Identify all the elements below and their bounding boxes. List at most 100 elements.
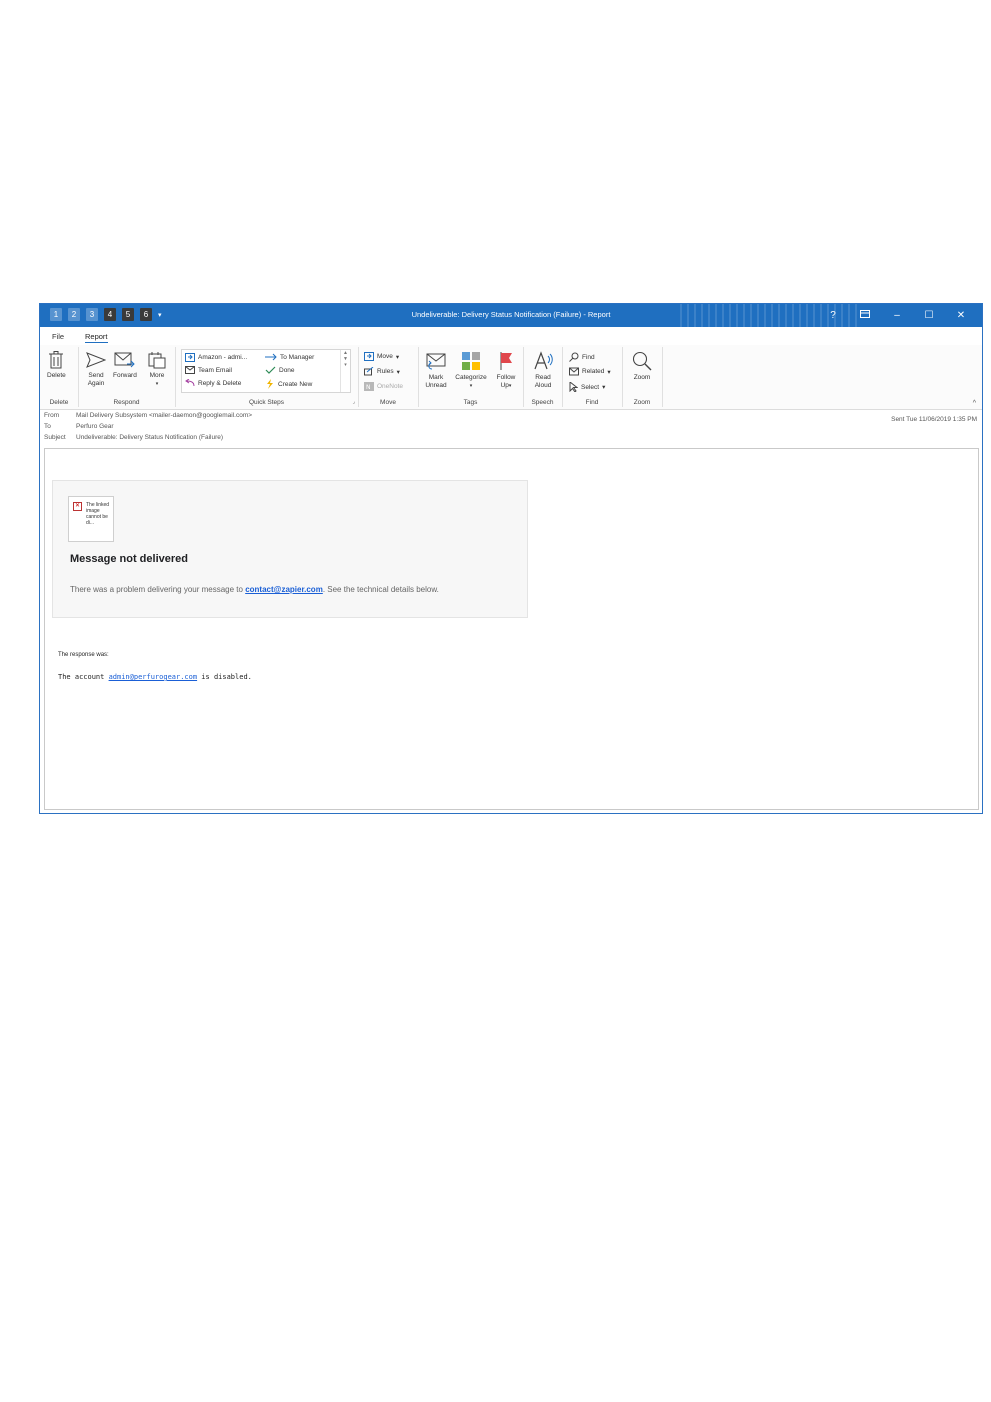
lightning-icon (267, 379, 273, 389)
message-body: ✕ The linked image cannot be di... Messa… (44, 448, 979, 810)
cursor-icon (569, 382, 578, 392)
checkmark-icon (265, 366, 276, 374)
ribbon-tabs: File Report (40, 327, 982, 345)
tab-report[interactable]: Report (85, 332, 108, 343)
flag-icon (500, 352, 512, 370)
mail-move-icon (185, 353, 195, 362)
select-button[interactable]: Select ▾ (569, 382, 605, 392)
mark-unread-button[interactable]: Mark Unread (424, 351, 448, 390)
close-button[interactable]: ✕ (946, 307, 976, 324)
arrow-right-icon (265, 353, 277, 361)
quick-step-to-manager[interactable]: To Manager (265, 353, 314, 361)
trash-icon (49, 351, 64, 369)
ribbon-display-options-icon[interactable] (850, 307, 880, 324)
follow-up-button[interactable]: Follow Up▾ (493, 351, 519, 390)
to-value[interactable]: Perfuro Gear (76, 423, 114, 430)
group-label-quick-steps: Quick Steps (248, 399, 285, 406)
more-respond-button[interactable]: More ▾ (148, 351, 166, 388)
recipient-link[interactable]: contact@zapier.com (245, 585, 323, 594)
more-label: More (149, 372, 165, 379)
group-label-move: Move (380, 399, 396, 406)
more-respond-icon (148, 352, 166, 369)
quick-step-reply-delete[interactable]: Reply & Delete (185, 379, 241, 387)
onenote-icon: N (364, 382, 374, 391)
delete-label: Delete (47, 372, 66, 379)
group-find: Find Related ▾ Select ▾ Find (562, 347, 623, 407)
ribbon: Delete Delete Send Again Forward More ▾ R… (40, 345, 982, 410)
tab-file[interactable]: File (52, 332, 64, 341)
group-label-tags: Tags (463, 399, 478, 406)
group-label-speech: Speech (531, 399, 554, 406)
forward-button[interactable]: Forward (113, 351, 137, 380)
subject-row: Subject Undeliverable: Delivery Status No… (44, 434, 223, 441)
envelope-icon (185, 366, 195, 374)
quick-step-team-email[interactable]: Team Email (185, 366, 232, 374)
group-zoom: Zoom Zoom (622, 347, 663, 407)
from-label: From (44, 412, 60, 419)
title-bar: 1 2 3 4 5 6 ▾ Undeliverable: Delivery St… (40, 304, 982, 327)
zoom-button[interactable]: Zoom (630, 351, 654, 382)
envelope-unread-icon (426, 353, 446, 370)
quick-step-amazon[interactable]: Amazon - admi... (185, 353, 247, 362)
group-delete: Delete Delete (40, 347, 79, 407)
from-value[interactable]: Mail Delivery Subsystem <mailer-daemon@g… (76, 412, 252, 419)
rules-icon (364, 367, 374, 376)
response-label: The response was: (58, 652, 109, 658)
broken-image-icon: ✕ (73, 502, 82, 511)
search-icon (569, 352, 579, 362)
move-button[interactable]: Move ▾ (364, 352, 399, 361)
help-button[interactable]: ? (818, 307, 848, 324)
categorize-button[interactable]: Categorize ▾ (452, 351, 490, 390)
group-label-respond: Respond (113, 399, 140, 406)
quick-steps-scroll[interactable]: ▲ ▼ ▾ (340, 350, 350, 392)
dialog-launcher-icon[interactable]: ⌟ (353, 399, 355, 405)
from-row: From Mail Delivery Subsystem <mailer-daem… (44, 412, 252, 419)
message-header: From Mail Delivery Subsystem <mailer-daem… (40, 410, 982, 448)
failure-description: There was a problem delivering your mess… (70, 585, 439, 594)
send-again-button[interactable]: Send Again (86, 351, 106, 388)
group-label-zoom: Zoom (633, 399, 651, 406)
collapse-ribbon-icon[interactable]: ^ (973, 400, 976, 407)
move-icon (364, 352, 374, 361)
related-mail-icon (569, 367, 579, 376)
account-link[interactable]: admin@perfurogear.com (109, 673, 198, 681)
zoom-icon (632, 351, 652, 371)
delete-button[interactable]: Delete (47, 351, 66, 380)
group-respond: Send Again Forward More ▾ Respond (78, 347, 176, 407)
minimize-button[interactable]: – (882, 307, 912, 324)
find-button[interactable]: Find (569, 352, 595, 362)
window-controls: ? – ☐ ✕ (818, 307, 976, 324)
send-icon (86, 352, 106, 368)
onenote-button[interactable]: N OneNote (364, 382, 403, 391)
svg-text:N: N (366, 384, 371, 391)
to-row: To Perfuro Gear (44, 423, 114, 430)
sent-timestamp: Sent Tue 11/06/2019 1:35 PM (891, 416, 977, 423)
forward-mail-icon (114, 352, 135, 368)
quick-step-create-new[interactable]: Create New (265, 379, 312, 389)
failure-card: ✕ The linked image cannot be di... Messa… (52, 480, 528, 618)
to-label: To (44, 423, 51, 430)
subject-label: Subject (44, 434, 66, 441)
group-move: Move ▾ Rules ▾ N OneNote Move (358, 347, 419, 407)
group-speech: Read Aloud Speech (523, 347, 563, 407)
response-text: The account admin@perfurogear.com is dis… (58, 673, 252, 681)
related-button[interactable]: Related ▾ (569, 367, 611, 376)
quick-step-done[interactable]: Done (265, 366, 295, 374)
quick-steps-gallery: Amazon - admi... To Manager Team Email D… (181, 349, 351, 393)
forward-label: Forward (113, 372, 137, 379)
categorize-icon (462, 352, 480, 370)
subject-value: Undeliverable: Delivery Status Notificat… (76, 434, 224, 441)
broken-image-alt-text: The linked image cannot be di... (86, 502, 110, 526)
rules-button[interactable]: Rules ▾ (364, 367, 400, 376)
group-label-delete: Delete (49, 399, 69, 406)
send-again-label: Send Again (87, 372, 105, 387)
failure-headline: Message not delivered (70, 553, 188, 565)
broken-image: ✕ The linked image cannot be di... (68, 496, 114, 542)
reply-icon (185, 379, 195, 387)
read-aloud-button[interactable]: Read Aloud (531, 351, 555, 390)
maximize-button[interactable]: ☐ (914, 307, 944, 324)
group-quick-steps: Amazon - admi... To Manager Team Email D… (175, 347, 359, 407)
group-label-find: Find (585, 399, 599, 406)
read-aloud-icon (534, 351, 553, 370)
group-tags: Mark Unread Categorize ▾ Follow Up▾ Tags (418, 347, 524, 407)
